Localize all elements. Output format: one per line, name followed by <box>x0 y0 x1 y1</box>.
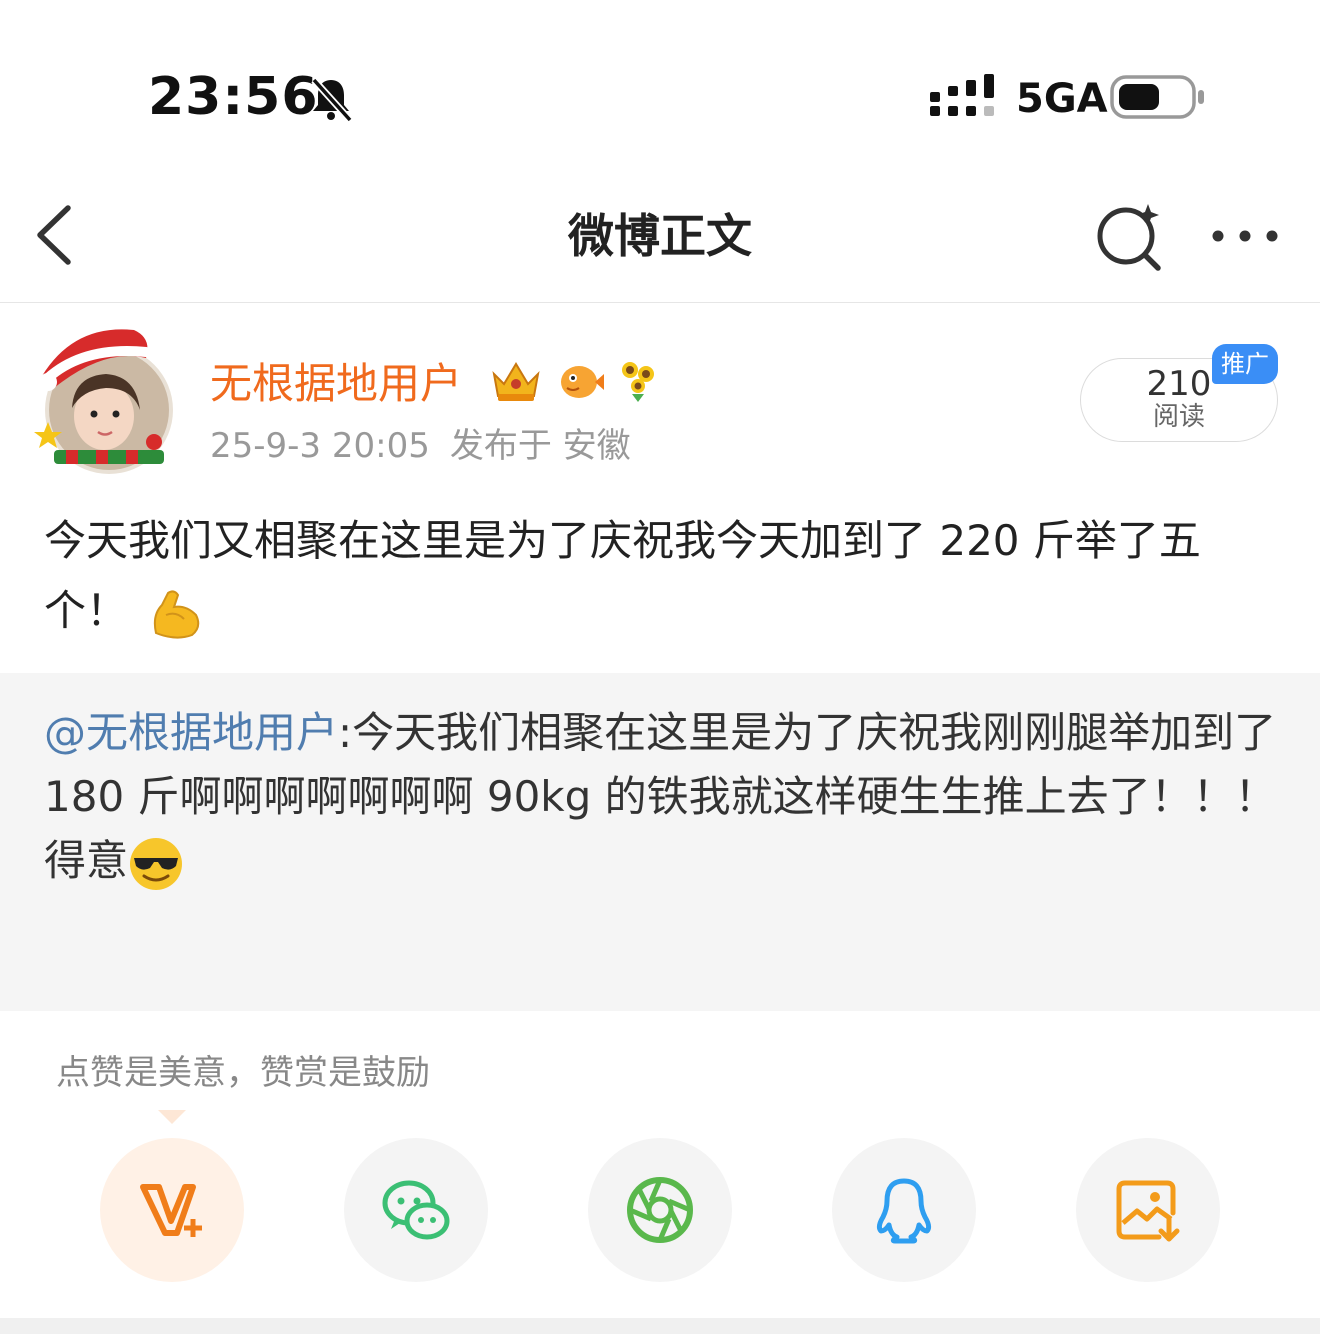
bottom-divider <box>0 1318 1320 1334</box>
post-body: 今天我们又相聚在这里是为了庆祝我今天加到了 220 斤举了五个！ <box>44 506 1274 646</box>
wechat-icon <box>382 1180 450 1240</box>
search-spark-icon[interactable] <box>1094 200 1168 274</box>
save-image-button[interactable] <box>1076 1138 1220 1282</box>
tip-pointer <box>158 1110 186 1124</box>
post-timestamp: 25-9-3 20:05 <box>210 426 430 466</box>
moments-icon <box>627 1177 693 1243</box>
post-text: 今天我们又相聚在这里是为了庆祝我今天加到了 220 斤举了五个！ <box>44 516 1201 635</box>
battery-icon <box>1110 75 1204 119</box>
wechat-share-button[interactable] <box>344 1138 488 1282</box>
v-plus-icon <box>140 1184 202 1237</box>
post-meta: 25-9-3 20:05 发布于 安徽 <box>210 424 631 468</box>
reward-tip: 点赞是美意，赞赏是鼓励 <box>56 1053 430 1093</box>
sunflower-badge-icon[interactable] <box>618 356 658 404</box>
post-location: 发布于 安徽 <box>449 426 631 466</box>
sunglasses-emoji-icon <box>130 837 183 890</box>
pufferfish-badge-icon[interactable] <box>557 356 605 404</box>
repost-card[interactable]: @无根据地用户:今天我们相聚在这里是为了庆祝我刚刚腿举加到了 180 斤啊啊啊啊… <box>0 673 1320 1011</box>
author-badges <box>488 356 666 406</box>
save-image-icon <box>1116 1180 1180 1242</box>
status-time: 23:56 <box>148 67 319 127</box>
signal-icon <box>930 74 994 116</box>
author-name[interactable]: 无根据地用户 <box>210 358 462 410</box>
repost-body: @无根据地用户:今天我们相聚在这里是为了庆祝我刚刚腿举加到了 180 斤啊啊啊啊… <box>44 701 1280 893</box>
bell-muted-icon <box>311 77 353 123</box>
v-plus-button[interactable] <box>100 1138 244 1282</box>
moments-share-button[interactable] <box>588 1138 732 1282</box>
network-type: 5GA <box>1016 76 1108 122</box>
repost-mention[interactable]: @无根据地用户 <box>44 708 338 757</box>
crown-badge-icon[interactable] <box>488 356 544 404</box>
qq-icon <box>876 1178 932 1244</box>
read-label: 阅读 <box>1152 402 1205 432</box>
avatar[interactable] <box>34 318 184 478</box>
nav-bar: 微博正文 <box>0 170 1320 303</box>
promo-tag[interactable]: 推广 <box>1212 344 1278 384</box>
flexed-biceps-icon <box>153 589 200 639</box>
qq-share-button[interactable] <box>832 1138 976 1282</box>
more-icon[interactable] <box>1208 216 1282 256</box>
status-bar: 23:56 5GA <box>0 0 1320 170</box>
